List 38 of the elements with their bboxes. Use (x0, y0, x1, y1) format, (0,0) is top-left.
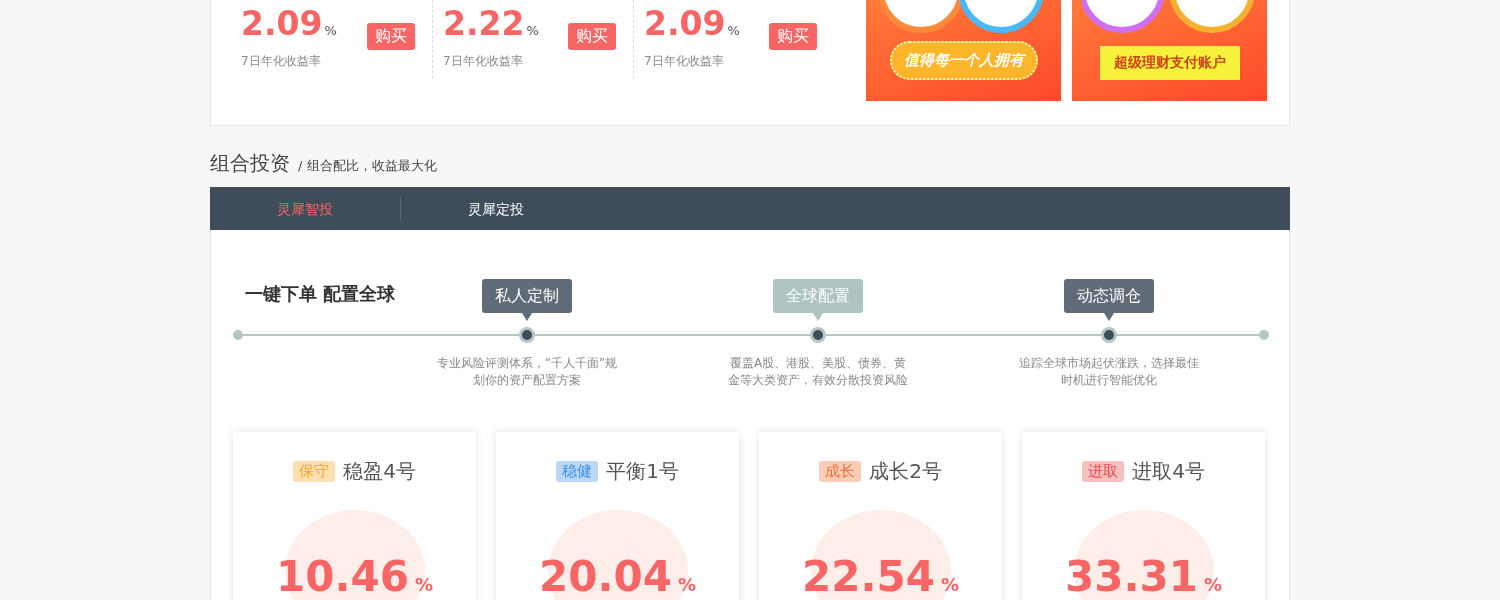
portfolio-rate: 22.54% (802, 552, 959, 600)
portfolio-card[interactable]: 进取 进取4号 33.31% (1022, 432, 1265, 600)
yield-label: 7日年化收益率 (443, 53, 524, 70)
section-title: 组合投资 (210, 150, 290, 177)
portfolio-rate: 20.04% (539, 552, 696, 600)
step-description: 专业风险评测体系，“千人千面”规划你的资产配置方案 (435, 355, 619, 389)
step-label[interactable]: 动态调仓 (1064, 279, 1154, 313)
tab[interactable]: 灵犀智投 (210, 196, 400, 221)
buy-button[interactable]: 购买 (568, 23, 616, 50)
banner-caption: 值得每一个人拥有 (889, 41, 1038, 80)
banner-caption: 超级理财支付账户 (1099, 46, 1240, 80)
buy-button[interactable]: 购买 (769, 23, 817, 50)
risk-tag: 保守 (293, 461, 336, 482)
portfolio-name: 平衡1号 (606, 458, 679, 485)
section-subtitle: / 组合配比，收益最大化 (298, 157, 437, 175)
risk-tag: 成长 (819, 461, 862, 482)
risk-tag: 进取 (1082, 461, 1125, 482)
portfolio-rate: 33.31% (1065, 552, 1222, 600)
yield-rate: 2.22% (443, 4, 539, 43)
yield-label: 7日年化收益率 (644, 53, 725, 70)
step-description: 追踪全球市场起伏涨跌，选择最佳时机进行智能优化 (1018, 355, 1200, 389)
yield-rate: 2.09% (241, 4, 337, 43)
tab[interactable]: 灵犀定投 (400, 196, 591, 221)
portfolio-card[interactable]: 成长 成长2号 22.54% (759, 432, 1002, 600)
step-label[interactable]: 私人定制 (482, 279, 572, 313)
timeline-heading: 一键下单 配置全球 (244, 282, 397, 306)
portfolio-name: 成长2号 (869, 458, 942, 485)
yield-rate: 2.09% (644, 4, 740, 43)
risk-tag: 稳健 (556, 461, 599, 482)
portfolio-card[interactable]: 稳健 平衡1号 20.04% (496, 432, 739, 600)
promo-banner[interactable]: 超级理财支付账户 (1072, 0, 1267, 101)
buy-button[interactable]: 购买 (367, 23, 415, 50)
portfolio-rate: 10.46% (276, 552, 433, 600)
portfolio-card[interactable]: 保守 稳盈4号 10.46% (233, 432, 476, 600)
yield-label: 7日年化收益率 (241, 53, 322, 70)
portfolio-name: 进取4号 (1132, 458, 1205, 485)
portfolio-name: 稳盈4号 (343, 458, 416, 485)
step-description: 覆盖A股、港股、美股、债券、黄金等大类资产，有效分散投资风险 (727, 355, 909, 389)
